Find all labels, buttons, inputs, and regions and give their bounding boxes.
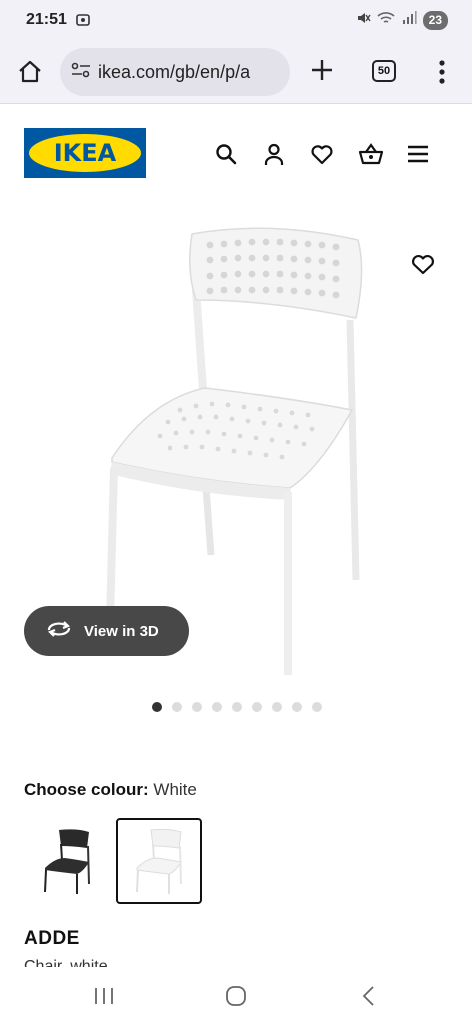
view-in-3d-label: View in 3D [84,622,159,640]
gallery-dot[interactable] [232,702,242,712]
account-icon[interactable] [262,142,286,166]
gallery-dot[interactable] [212,702,222,712]
product-name: ADDE [24,928,80,949]
gallery-dot[interactable] [292,702,302,712]
choose-colour-label: Choose colour: [24,780,149,799]
signal-icon [401,10,417,31]
more-menu-icon[interactable] [436,58,448,91]
favourites-icon[interactable] [310,142,334,166]
menu-icon[interactable] [406,142,430,166]
tab-switcher-button[interactable]: 50 [372,60,396,82]
home-icon[interactable] [16,58,44,91]
back-icon[interactable] [358,984,382,1013]
colour-chooser-heading: Choose colour: White [24,780,197,800]
system-nav-bar [0,968,472,1024]
search-icon[interactable] [214,142,238,166]
product-description: Chair, white [24,958,108,967]
screen-record-icon [75,12,91,33]
rotate-3d-icon [46,619,72,643]
status-time: 21:51 [26,11,67,28]
wifi-icon [377,10,395,31]
battery-level: 23 [422,11,448,30]
recent-apps-icon[interactable] [92,984,116,1013]
basket-icon[interactable] [358,142,384,166]
add-to-favourites-icon[interactable] [410,252,436,281]
white-chair-thumbnail [136,828,182,894]
gallery-dot[interactable] [192,702,202,712]
url-text: ikea.com/gb/en/p/a [98,61,251,82]
address-bar[interactable]: ikea.com/gb/en/p/a [60,48,290,96]
home-button-icon[interactable] [224,984,248,1013]
site-settings-icon[interactable] [70,60,92,85]
colour-swatch-white[interactable] [116,818,202,904]
site-header: IKEA [0,104,472,200]
gallery-dot[interactable] [312,702,322,712]
new-tab-icon[interactable] [308,56,336,89]
gallery-dot[interactable] [152,702,162,712]
selected-colour: White [153,780,197,799]
gallery-dot[interactable] [172,702,182,712]
ikea-logo[interactable]: IKEA [24,128,146,178]
black-chair-thumbnail [44,829,90,894]
logo-text: IKEA [29,134,141,172]
gallery-pagination[interactable] [152,702,322,712]
colour-swatch-black[interactable] [24,818,110,904]
gallery-dot[interactable] [272,702,282,712]
view-in-3d-button[interactable]: View in 3D [24,606,189,656]
gallery-dot[interactable] [252,702,262,712]
browser-toolbar: ikea.com/gb/en/p/a 50 [0,40,472,104]
status-bar: 21:51 23 [0,0,472,40]
mute-icon [355,10,371,31]
